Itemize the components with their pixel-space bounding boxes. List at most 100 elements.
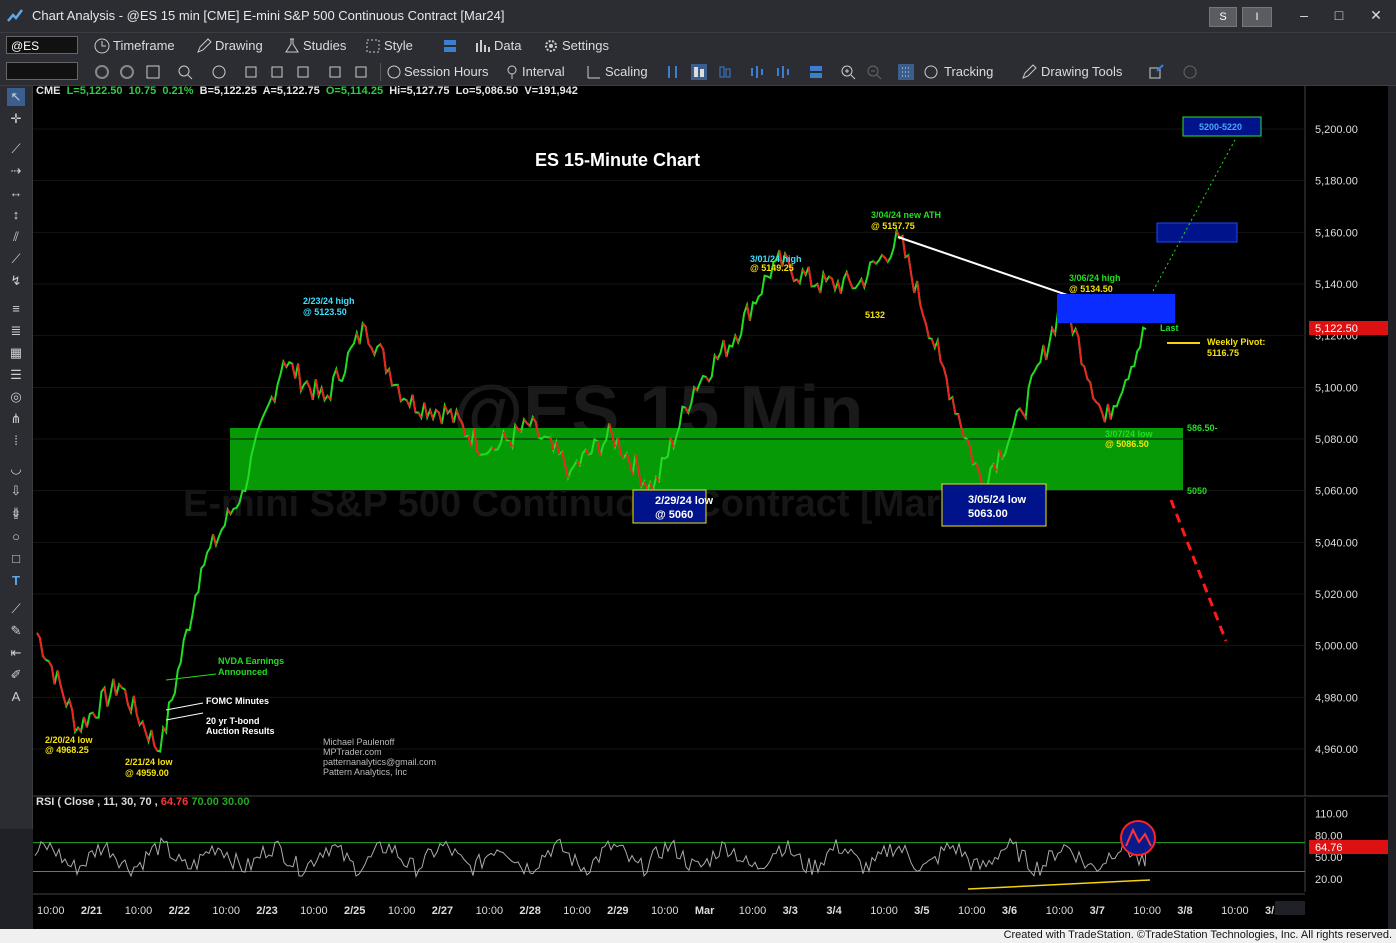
arrow-tool-icon[interactable]: ⇢ [7,162,25,180]
trendline-tool-icon[interactable]: ⟋ [7,140,25,158]
close-button[interactable]: ✕ [1362,4,1390,26]
text-tool-icon[interactable]: T [7,572,25,590]
regression-tool-icon[interactable]: ↯ [7,272,25,290]
down-bar-segment [355,332,361,345]
down-bar-segment [1083,366,1089,380]
fib-tool-icon[interactable]: ≡ [7,300,25,318]
arrow-down-tool-icon[interactable]: ⇩ [7,482,25,500]
drawing-menu[interactable]: Drawing [215,37,263,55]
hollow-candles-icon[interactable] [716,63,734,81]
price-tick-label: 5,080.00 [1315,434,1358,446]
workspace-dropdown[interactable] [6,62,78,80]
down-bar-segment [36,632,41,639]
export-icon[interactable] [1147,63,1165,81]
ruler-tool-icon[interactable]: ⟋ [7,600,25,618]
down-bar-segment [127,704,132,713]
grid-icon[interactable] [897,63,915,81]
zoom-icon[interactable] [176,63,194,81]
maximize-button[interactable]: □ [1325,4,1353,26]
down-bar-segment [429,409,435,419]
zoom-out-icon[interactable] [865,63,883,81]
annotate-tool-icon[interactable]: ✐ [7,666,25,684]
price-tick-label: 5,020.00 [1315,589,1358,601]
cycle-icon[interactable] [210,63,228,81]
ohlc-bars-icon[interactable] [664,63,682,81]
refresh-icon[interactable] [93,63,111,81]
format-icon[interactable] [326,63,344,81]
minimize-button[interactable]: – [1290,4,1318,26]
down-bar-segment [212,534,217,546]
window-icon[interactable] [144,63,162,81]
price-axis[interactable] [1305,86,1388,932]
studies-menu[interactable]: Studies [303,37,346,55]
arc-tool-icon[interactable]: ◡ [7,460,25,478]
time-tick-label: 3/6 [1002,905,1017,917]
down-bar-segment [1092,397,1097,403]
pitchfork-tool-icon[interactable]: ⋔ [7,410,25,428]
properties-icon[interactable] [352,63,370,81]
line-bars-icon[interactable] [774,63,792,81]
snap-tool-icon[interactable]: ⇤ [7,644,25,662]
timeframe-menu[interactable]: Timeframe [113,37,175,55]
window-link-icon[interactable] [441,37,459,55]
down-bar-segment [379,343,385,350]
copy-icon[interactable] [242,63,260,81]
i-menu-button[interactable]: I [1242,7,1272,27]
interval-menu[interactable]: Interval [522,63,565,81]
scroll-stub[interactable] [1275,901,1305,915]
low-229-line2: @ 5060 [655,509,693,521]
dot-bars-icon[interactable] [748,63,766,81]
chart-toolbar: Session Hours Interval Scaling Tracking … [0,59,1396,86]
vertical-line-tool-icon[interactable]: ↕ [7,206,25,224]
s-menu-button[interactable]: S [1209,7,1237,27]
down-bar-segment [796,278,801,284]
down-bar-segment [118,683,123,689]
fib-ext-tool-icon[interactable]: ≣ [7,322,25,340]
horizontal-line-tool-icon[interactable]: ↔ [7,184,25,202]
refresh-all-icon[interactable] [118,63,136,81]
down-bar-segment [848,280,854,289]
speed-line-tool-icon[interactable]: ⟋ [7,250,25,268]
time-tick-label: 10:00 [388,905,416,917]
candles-icon[interactable] [690,63,708,81]
data-menu[interactable]: Data [494,37,521,55]
rectangle-tool-icon[interactable]: □ [7,550,25,568]
gann-tool-icon[interactable]: ▦ [7,344,25,362]
drawing-tools-menu[interactable]: Drawing Tools [1041,63,1122,81]
paste-icon[interactable] [268,63,286,81]
down-bar-segment [828,275,833,280]
label-tool-icon[interactable]: A [7,688,25,706]
andrews-tool-icon[interactable]: ☰ [7,366,25,384]
edit-tool-icon[interactable]: ✎ [7,622,25,640]
ask-value: A=5,122.75 [262,85,320,97]
channel-tool-icon[interactable]: ⫽ [7,228,25,246]
down-bar-segment [320,387,326,401]
tracking-menu[interactable]: Tracking [944,63,993,81]
down-bar-segment [801,269,807,276]
down-bar-segment [91,712,97,719]
time-axis[interactable]: 10:00 2/21 10:00 2/22 10:00 2/23 10:00 2/25 10:0… [37,905,1286,917]
settings-menu[interactable]: Settings [562,37,609,55]
ellipse-tool-icon[interactable]: ○ [7,528,25,546]
time-tick-label: 10:00 [37,905,65,917]
symbol-input[interactable]: @ES [6,36,78,54]
time-tick-label: 10:00 [563,905,591,917]
chat-icon[interactable] [1181,63,1199,81]
pointer-tool-icon[interactable]: ↖ [7,88,25,106]
down-bar-segment [68,699,74,711]
session-hours-menu[interactable]: Session Hours [404,63,489,81]
crosshair-tool-icon[interactable]: ✛ [7,110,25,128]
high-306-line1: 3/06/24 high [1069,273,1121,283]
print-icon[interactable] [294,63,312,81]
credit-company: Pattern Analytics, Inc [323,767,408,777]
zoom-in-icon[interactable] [839,63,857,81]
arrow-up-tool-icon[interactable]: ⇧ [7,506,25,524]
scaling-menu[interactable]: Scaling [605,63,648,81]
time-zone-tool-icon[interactable]: ⁞ [7,432,25,450]
layout-icon[interactable] [807,63,825,81]
low-307-line1: 3/07/24 low [1105,429,1154,439]
time-tick-label: 2/27 [432,905,453,917]
style-menu[interactable]: Style [384,37,413,55]
price-tick-label: 4,980.00 [1315,692,1358,704]
cycle-tool-icon[interactable]: ◎ [7,388,25,406]
